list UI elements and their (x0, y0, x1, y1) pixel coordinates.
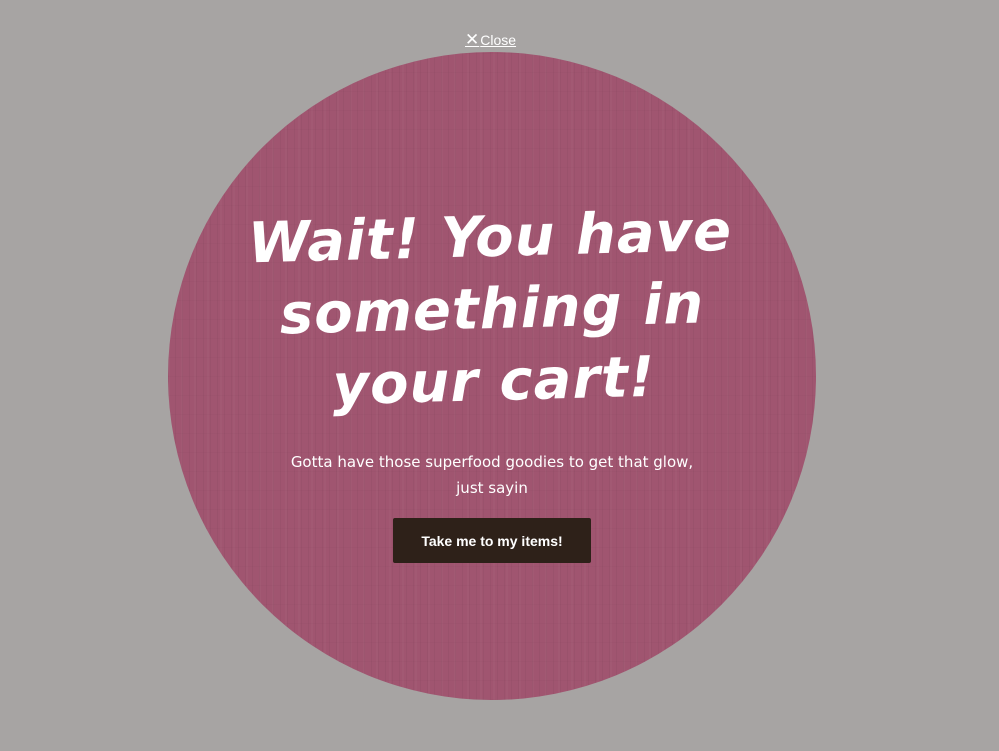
close-link[interactable]: ✕ Close (465, 31, 516, 48)
close-label[interactable]: Close (480, 32, 516, 48)
take-me-to-items-button[interactable]: Take me to my items! (393, 518, 591, 563)
cart-reminder-popup: Wait! You have something in your cart! G… (168, 52, 816, 700)
popup-subtitle: Gotta have those superfood goodies to ge… (290, 453, 694, 497)
popup-headline: Wait! You have something in your cart! (168, 194, 816, 427)
close-x-icon[interactable]: ✕ (465, 31, 479, 48)
